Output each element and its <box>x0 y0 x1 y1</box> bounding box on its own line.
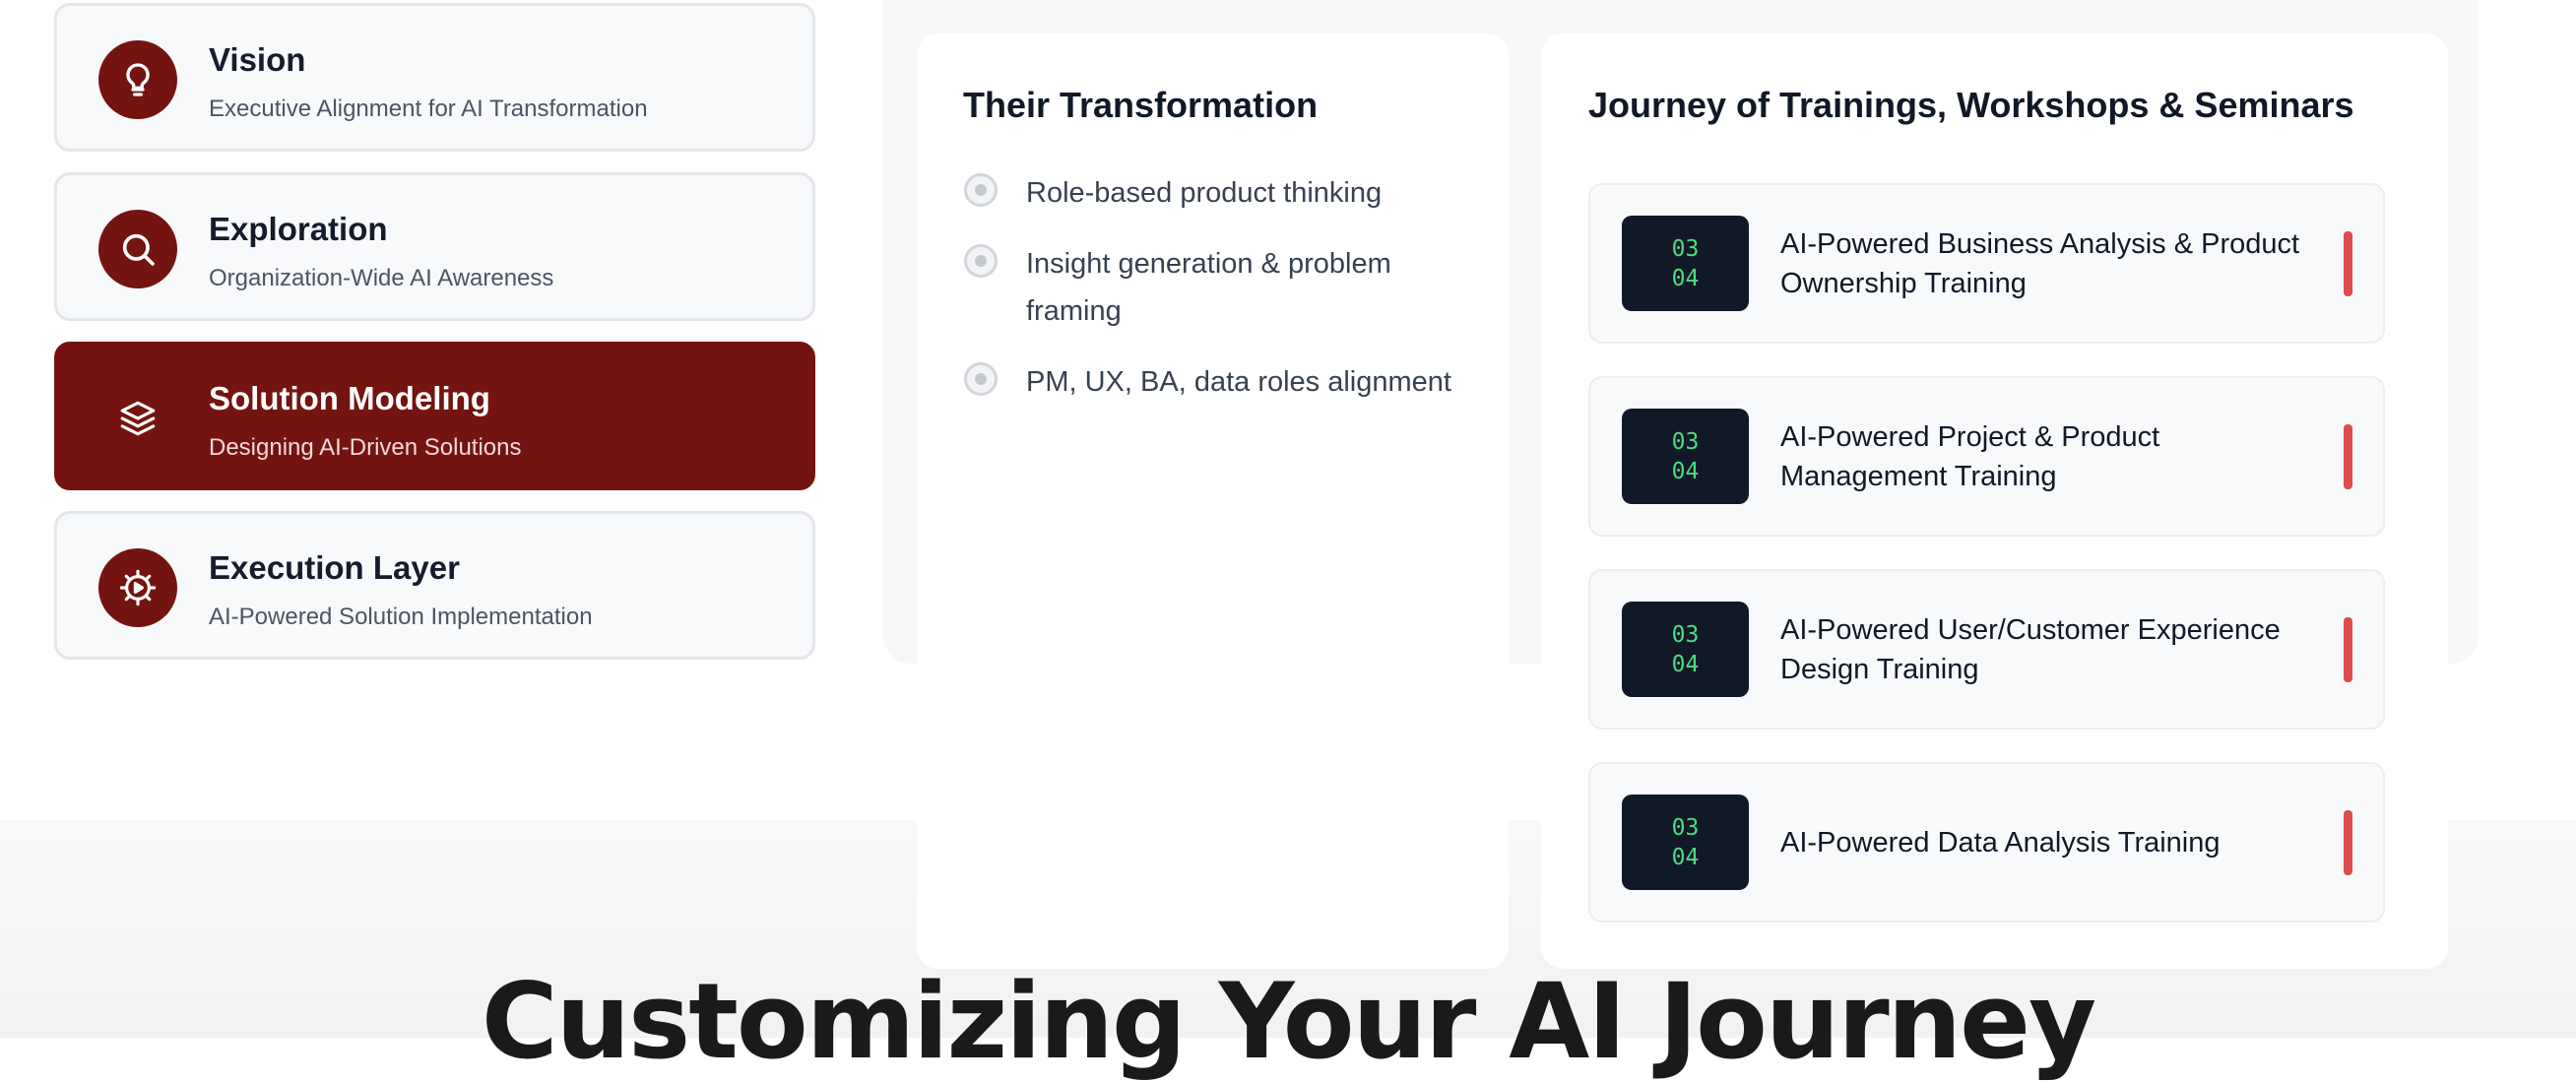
stage-subtitle: AI-Powered Solution Implementation <box>209 604 593 630</box>
transformation-title: Their Transformation <box>963 85 1319 125</box>
transformation-card: Their Transformation Role-based product … <box>917 33 1509 969</box>
stage-item-execution-layer[interactable]: Execution Layer AI-Powered Solution Impl… <box>54 511 815 660</box>
stage-title: Solution Modeling <box>209 380 490 416</box>
session-item[interactable]: 03 04 AI-Powered Business Analysis & Pro… <box>1588 183 2385 344</box>
transformation-item-text: Insight generation & problem framing <box>1026 248 1391 327</box>
session-marker <box>2344 231 2352 296</box>
bullet-radio-icon <box>964 173 998 207</box>
bullet-radio-icon <box>964 362 998 396</box>
stage-subtitle: Designing AI-Driven Solutions <box>209 434 522 461</box>
session-item[interactable]: 03 04 AI-Powered Project & Product Manag… <box>1588 376 2385 537</box>
session-name: AI-Powered Project & Product Management … <box>1780 420 2160 492</box>
transformation-item-text: PM, UX, BA, data roles alignment <box>1026 366 1451 398</box>
session-item[interactable]: 03 04 AI-Powered Data Analysis Training <box>1588 762 2385 923</box>
session-marker <box>2344 424 2352 489</box>
stage-item-exploration[interactable]: Exploration Organization-Wide AI Awarene… <box>54 172 815 321</box>
date-badge-top: 03 <box>1671 814 1700 841</box>
session-name: AI-Powered User/Customer Experience Desi… <box>1780 613 2281 685</box>
date-badge-bottom: 04 <box>1671 651 1700 677</box>
stage-title: Vision <box>209 41 306 78</box>
date-badge: 03 04 <box>1622 602 1749 697</box>
date-badge-top: 03 <box>1671 621 1700 648</box>
journey-title: Journey of Trainings, Workshops & Semina… <box>1588 85 2354 125</box>
stage-item-vision[interactable]: Vision Executive Alignment for AI Transf… <box>54 3 815 152</box>
session-name: AI-Powered Business Analysis & Product O… <box>1780 227 2300 299</box>
stage-item-solution-modeling[interactable]: Solution Modeling Designing AI-Driven So… <box>54 342 815 490</box>
gear-icon <box>98 548 177 627</box>
section-heading: Customizing Your AI Journey <box>481 961 2096 1082</box>
date-badge-bottom: 04 <box>1671 844 1700 870</box>
stage-title: Exploration <box>209 211 388 247</box>
date-badge: 03 04 <box>1622 216 1749 311</box>
bullet-radio-icon <box>964 244 998 278</box>
session-marker <box>2344 810 2352 875</box>
session-marker <box>2344 617 2352 682</box>
stage-title: Execution Layer <box>209 549 460 586</box>
stage-subtitle: Executive Alignment for AI Transformatio… <box>209 95 648 122</box>
date-badge-top: 03 <box>1671 428 1700 455</box>
search-icon <box>98 210 177 288</box>
date-badge-bottom: 04 <box>1671 265 1700 291</box>
stage-subtitle: Organization-Wide AI Awareness <box>209 265 554 291</box>
layers-icon <box>98 379 177 458</box>
transformation-item-text: Role-based product thinking <box>1026 177 1383 209</box>
lightbulb-icon <box>98 40 177 119</box>
journey-card: Journey of Trainings, Workshops & Semina… <box>1541 33 2448 969</box>
date-badge-bottom: 04 <box>1671 458 1700 484</box>
date-badge: 03 04 <box>1622 795 1749 890</box>
date-badge: 03 04 <box>1622 409 1749 504</box>
session-name: AI-Powered Data Analysis Training <box>1780 826 2221 859</box>
session-item[interactable]: 03 04 AI-Powered User/Customer Experienc… <box>1588 569 2385 730</box>
date-badge-top: 03 <box>1671 235 1700 262</box>
